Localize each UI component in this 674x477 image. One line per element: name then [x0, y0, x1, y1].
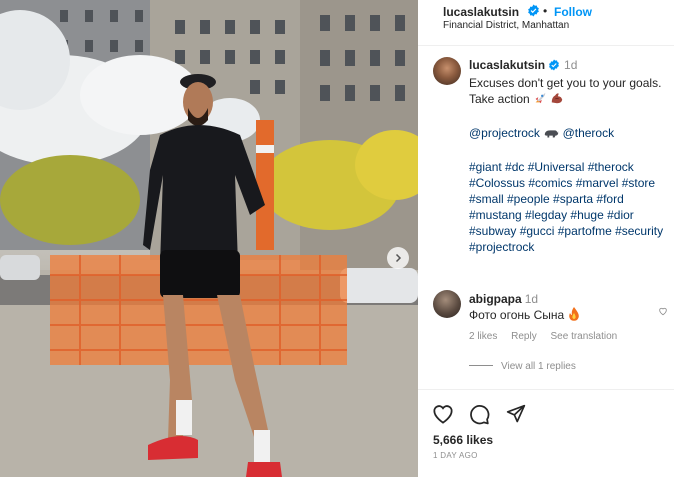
post-caption: lucaslakutsin 1d Excuses don't get you to… [469, 57, 669, 255]
fire-emoji-icon [568, 307, 580, 325]
comment-icon[interactable] [469, 404, 490, 428]
follow-button[interactable]: Follow [554, 5, 592, 19]
heart-icon[interactable] [432, 404, 454, 427]
caption-text-line: Excuses don't get you to your goals. [469, 76, 662, 90]
comment-text: Фото огонь Сына [469, 308, 565, 322]
caption-text-line: Take action [469, 92, 530, 106]
post-header: lucaslakutsin • Follow Financial Distric… [418, 0, 674, 46]
caption-time[interactable]: 1d [564, 58, 577, 72]
verified-badge-icon [527, 4, 540, 20]
rocket-emoji-icon [533, 91, 547, 109]
view-replies-button[interactable]: View all 1 replies [469, 361, 576, 372]
hashtag-line[interactable]: #mustang #legday #huge #dior [469, 207, 669, 223]
reply-button[interactable]: Reply [511, 331, 537, 342]
post-details-panel: lucaslakutsin • Follow Financial Distric… [418, 0, 674, 477]
post-date[interactable]: 1 DAY AGO [433, 451, 478, 460]
comment-meta: 2 likes Reply See translation [469, 331, 628, 342]
hashtag-line[interactable]: #Colossus #comics #marvel #store [469, 175, 669, 191]
chevron-right-icon [395, 253, 402, 263]
hashtag-line[interactable]: #projectrock [469, 239, 669, 255]
paper-plane-icon[interactable] [506, 404, 526, 427]
hashtag-line[interactable]: #subway #gucci #partofme #security [469, 223, 669, 239]
post-actions-bar: 5,666 likes 1 DAY AGO [418, 389, 674, 477]
hashtag-line[interactable]: #giant #dc #Universal #therock [469, 159, 669, 175]
mention-link[interactable]: @projectrock [469, 126, 540, 140]
caption-username[interactable]: lucaslakutsin [469, 58, 545, 72]
rhino-emoji-icon [543, 127, 559, 143]
hashtag-line[interactable]: #small #people #sparta #ford [469, 191, 669, 207]
author-avatar[interactable] [433, 57, 461, 85]
comment-time[interactable]: 1d [525, 292, 538, 306]
comment: abigpapa 1d Фото огонь Сына [469, 291, 669, 325]
post-photo[interactable] [0, 0, 418, 477]
comment-likes-count[interactable]: 2 likes [469, 331, 497, 342]
verified-badge-icon [548, 59, 560, 75]
see-translation-button[interactable]: See translation [551, 331, 618, 342]
author-username[interactable]: lucaslakutsin [443, 5, 519, 19]
flexed-biceps-emoji-icon [550, 91, 564, 109]
post-location[interactable]: Financial District, Manhattan [443, 20, 569, 31]
view-replies-label: View all 1 replies [501, 361, 576, 372]
carousel-next-button[interactable] [387, 247, 409, 269]
photo-scene [0, 0, 418, 477]
likes-count[interactable]: 5,666 likes [433, 433, 493, 447]
mention-link[interactable]: @therock [563, 126, 615, 140]
commenter-avatar[interactable] [433, 290, 461, 318]
separator-dot: • [543, 4, 548, 18]
commenter-username[interactable]: abigpapa [469, 292, 522, 306]
comment-like-heart-icon[interactable] [658, 305, 668, 319]
replies-divider [469, 365, 493, 366]
